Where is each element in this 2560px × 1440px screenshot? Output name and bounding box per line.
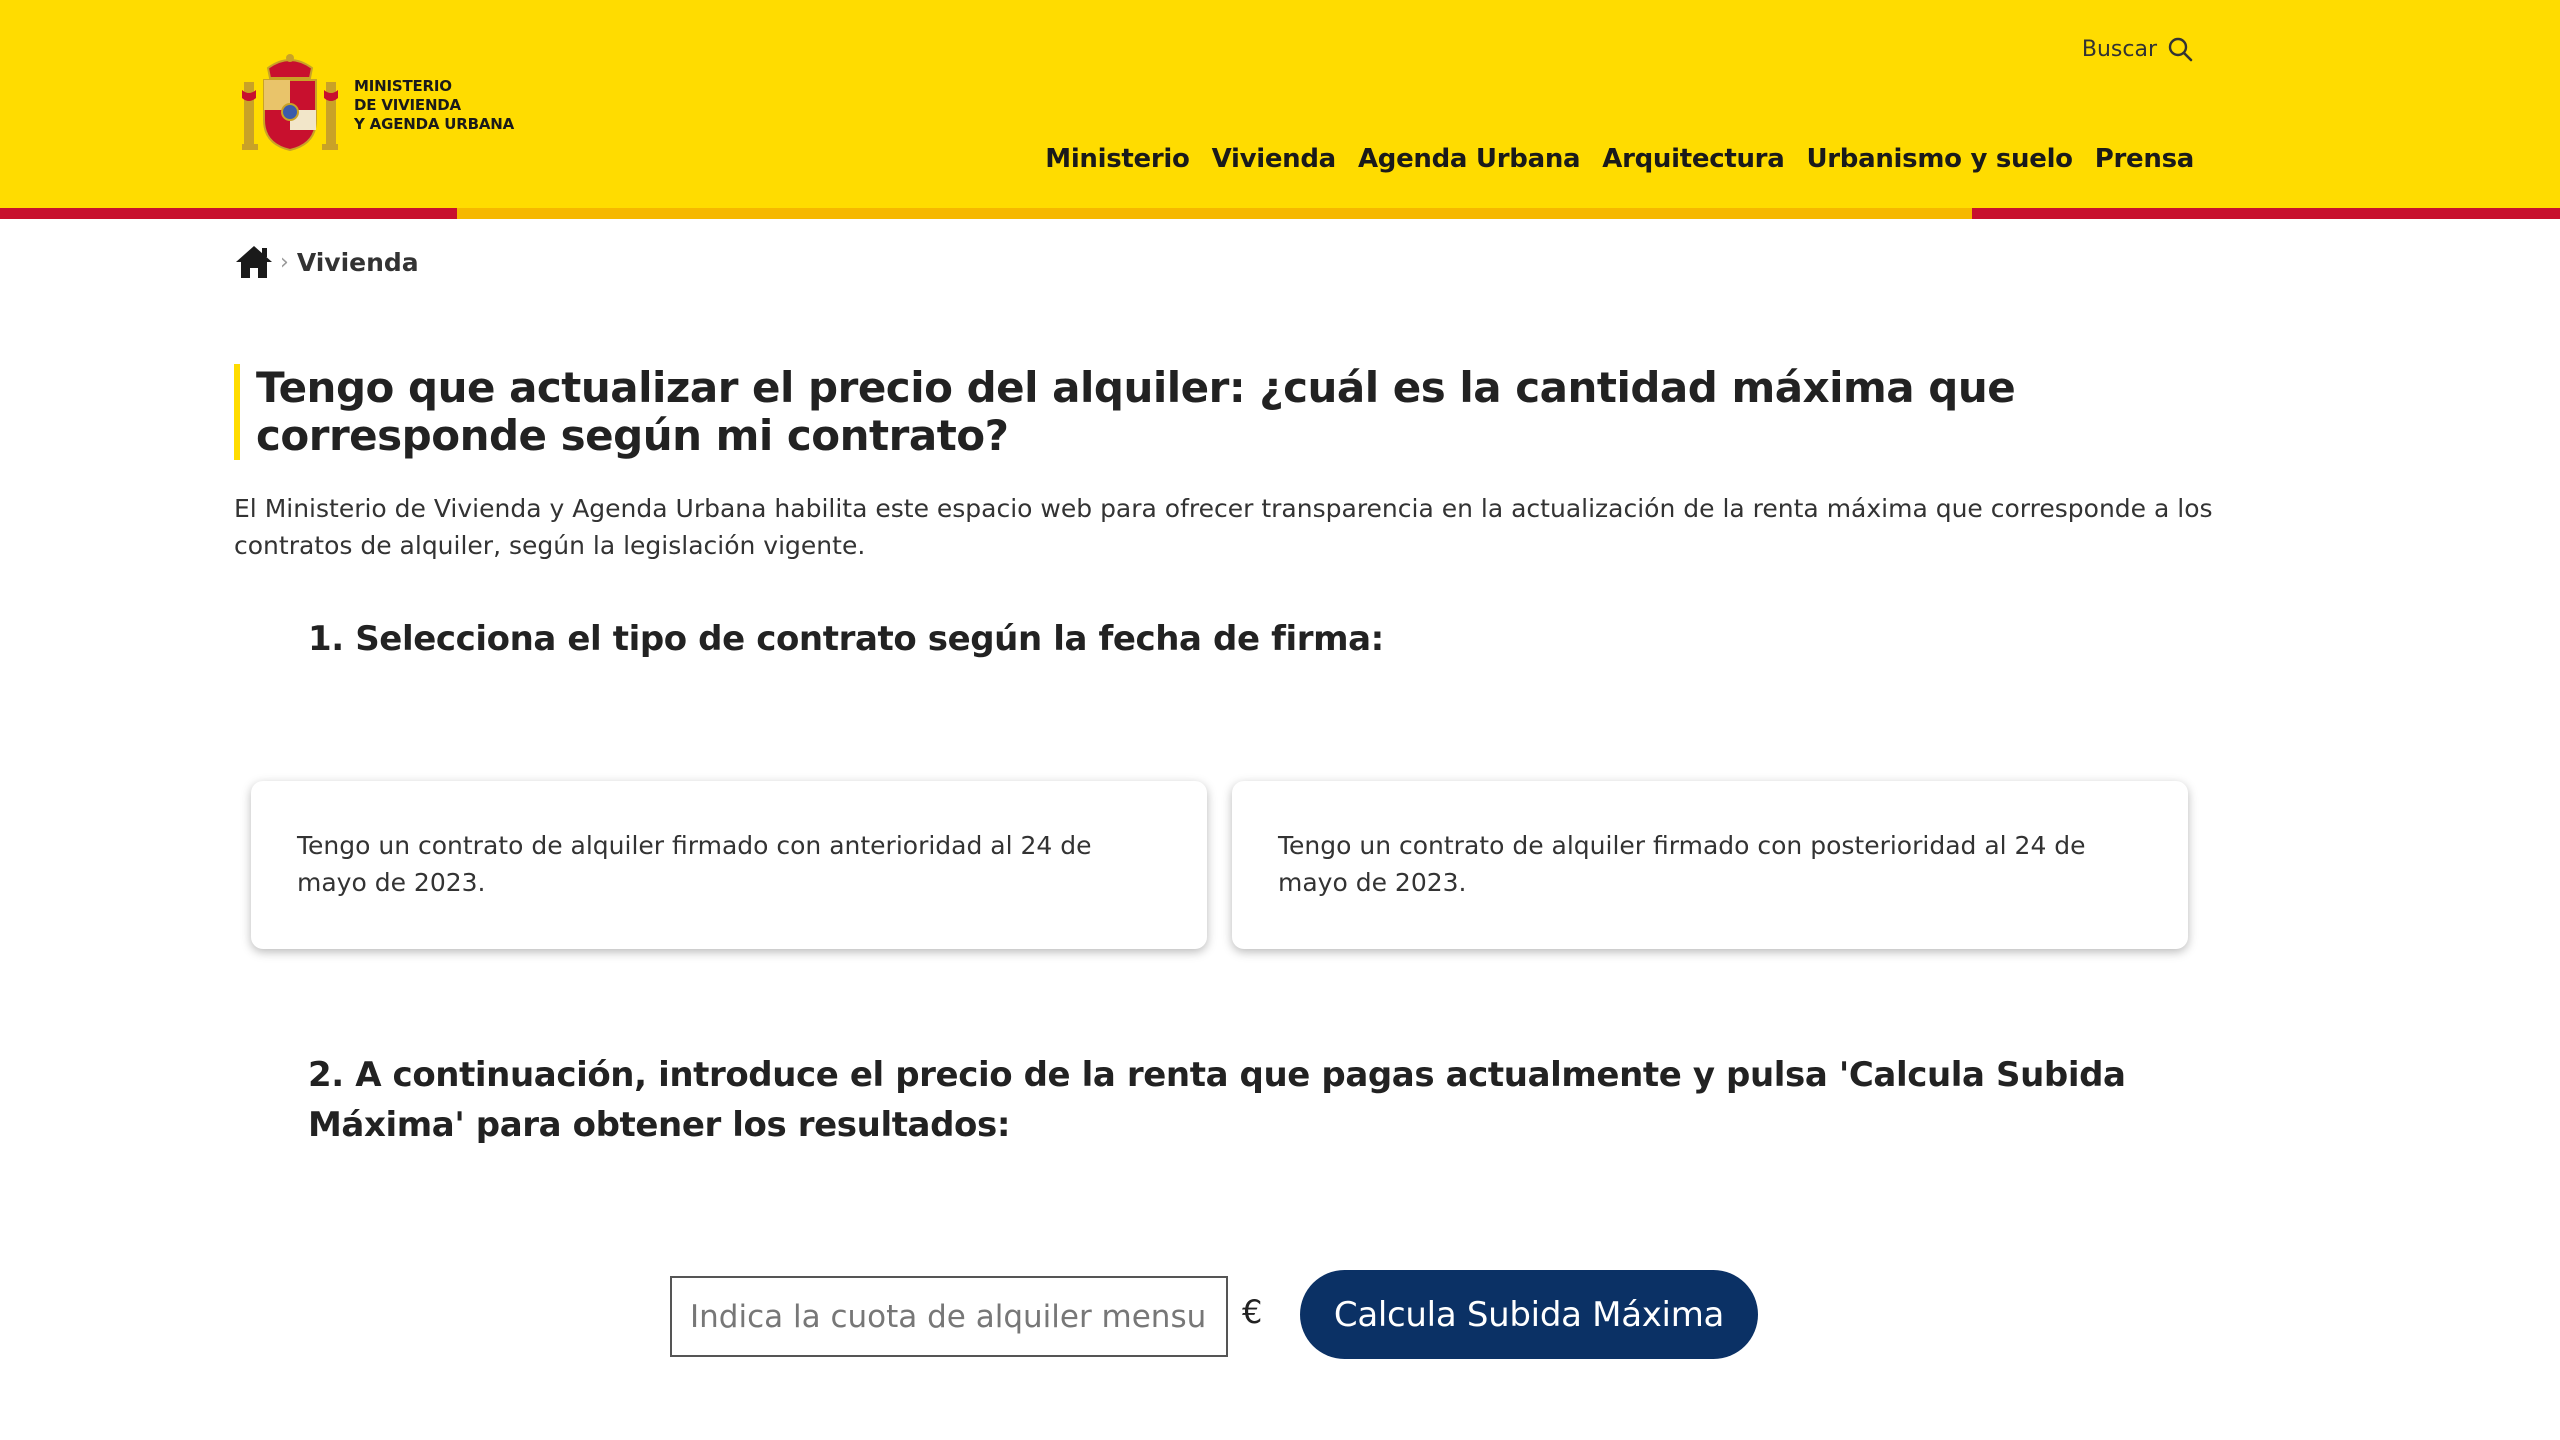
logo-text: MINISTERIO DE VIVIENDA Y AGENDA URBANA [354,77,514,134]
breadcrumb-current[interactable]: Vivienda [297,248,419,277]
breadcrumb-separator: › [280,249,289,275]
breadcrumb: › Vivienda [234,244,419,280]
home-icon[interactable] [234,244,274,280]
logo-line-1: MINISTERIO [354,76,452,95]
currency-symbol: € [1242,1293,1263,1331]
nav-item-agenda-urbana[interactable]: Agenda Urbana [1358,144,1581,174]
calculate-button[interactable]: Calcula Subida Máxima [1300,1270,1758,1359]
nav-item-vivienda[interactable]: Vivienda [1212,144,1337,174]
header-stripe-red-right [1972,208,2560,219]
step-2-heading: 2. A continuación, introduce el precio d… [308,1055,2126,1145]
nav-item-ministerio[interactable]: Ministerio [1045,144,1190,174]
step-1-heading: 1. Selecciona el tipo de contrato según … [308,619,1384,659]
coat-of-arms-icon [242,54,338,152]
search-label: Buscar [2081,36,2157,62]
ministry-logo[interactable]: MINISTERIO DE VIVIENDA Y AGENDA URBANA [240,50,514,160]
logo-line-2: DE VIVIENDA [354,95,461,114]
search-link[interactable]: Buscar [2082,36,2193,62]
rent-input[interactable] [670,1276,1228,1357]
page-title-block: Tengo que actualizar el precio del alqui… [234,364,2134,460]
search-icon [2168,37,2193,62]
nav-item-urbanismo[interactable]: Urbanismo y suelo [1806,144,2073,174]
page-title: Tengo que actualizar el precio del alqui… [256,363,2016,460]
logo-line-3: Y AGENDA URBANA [354,114,515,133]
nav-item-prensa[interactable]: Prensa [2095,144,2195,174]
main-nav: Ministerio Vivienda Agenda Urbana Arquit… [1045,144,2194,174]
site-header: MINISTERIO DE VIVIENDA Y AGENDA URBANA B… [0,0,2560,208]
intro-text: El Ministerio de Vivienda y Agenda Urban… [234,494,2213,560]
header-stripe-red-left [0,208,457,219]
contract-option-after[interactable]: Tengo un contrato de alquiler firmado co… [1232,781,2188,949]
nav-item-arquitectura[interactable]: Arquitectura [1602,144,1784,174]
contract-option-before[interactable]: Tengo un contrato de alquiler firmado co… [251,781,1207,949]
